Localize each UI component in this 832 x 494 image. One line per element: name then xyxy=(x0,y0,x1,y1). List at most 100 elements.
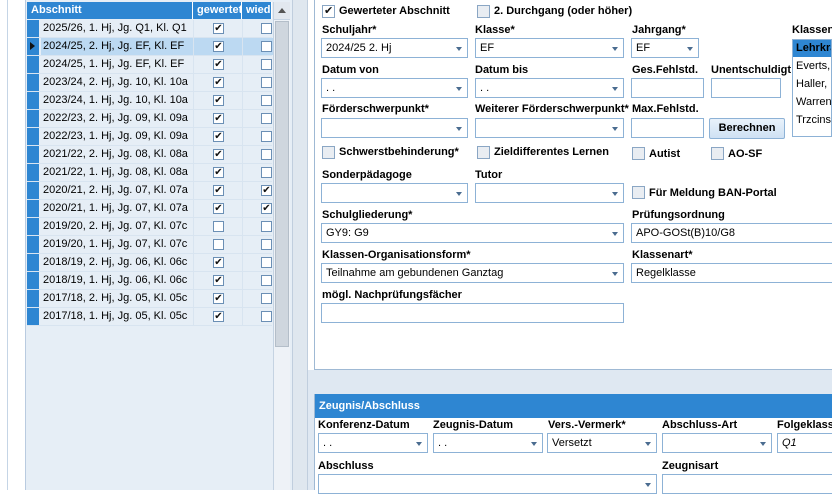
table-row[interactable]: 2018/19, 2. Hj, Jg. 06, Kl. 06c xyxy=(27,254,272,272)
row-indicator[interactable] xyxy=(27,146,39,163)
gewertet-cell[interactable] xyxy=(193,164,242,181)
ban-checkbox[interactable] xyxy=(632,186,645,199)
nachpruef-input[interactable] xyxy=(321,303,624,323)
wiederholt-checkbox[interactable] xyxy=(261,95,272,106)
gewertet-checkbox[interactable] xyxy=(213,77,224,88)
table-row[interactable]: 2019/20, 2. Hj, Jg. 07, Kl. 07c xyxy=(27,218,272,236)
pane-splitter[interactable] xyxy=(292,0,308,490)
column-header-abschnitt[interactable]: Abschnitt xyxy=(27,2,193,19)
row-indicator[interactable] xyxy=(27,236,39,253)
table-row[interactable]: 2017/18, 2. Hj, Jg. 05, Kl. 05c xyxy=(27,290,272,308)
wiederholt-checkbox[interactable] xyxy=(261,275,272,286)
wiederholt-cell[interactable] xyxy=(242,182,273,199)
wiederholt-checkbox[interactable] xyxy=(261,41,272,52)
table-row[interactable]: 2021/22, 1. Hj, Jg. 08, Kl. 08a xyxy=(27,164,272,182)
wiederholt-cell[interactable] xyxy=(242,146,273,163)
zieldiff-checkbox[interactable] xyxy=(477,146,490,159)
wiederholt-cell[interactable] xyxy=(242,200,273,217)
row-indicator[interactable] xyxy=(27,92,39,109)
gewertet-checkbox[interactable] xyxy=(213,41,224,52)
row-indicator[interactable] xyxy=(27,272,39,289)
row-indicator[interactable] xyxy=(27,290,39,307)
autist-checkbox[interactable] xyxy=(632,147,645,160)
gewertet-checkbox[interactable] xyxy=(213,167,224,178)
list-item[interactable]: Everts, xyxy=(793,57,831,75)
row-indicator[interactable] xyxy=(27,128,39,145)
wiederholt-cell[interactable] xyxy=(242,290,273,307)
gewertet-checkbox[interactable] xyxy=(213,293,224,304)
row-indicator[interactable] xyxy=(27,254,39,271)
gewertet-checkbox[interactable] xyxy=(213,149,224,160)
gewertet-cell[interactable] xyxy=(193,110,242,127)
gewertet-checkbox[interactable] xyxy=(213,239,224,250)
table-row[interactable]: 2018/19, 1. Hj, Jg. 06, Kl. 06c xyxy=(27,272,272,290)
gewertet-cell[interactable] xyxy=(193,92,242,109)
weiterer-select[interactable] xyxy=(475,118,624,138)
zeugnisdatum-field[interactable]: . . xyxy=(433,433,543,453)
row-indicator[interactable] xyxy=(27,110,39,127)
gewertet-checkbox[interactable] xyxy=(213,95,224,106)
wiederholt-cell[interactable] xyxy=(242,128,273,145)
scrollbar-thumb[interactable] xyxy=(275,21,289,347)
wiederholt-checkbox[interactable] xyxy=(261,293,272,304)
gewertet-checkbox[interactable] xyxy=(213,221,224,232)
wiederholt-cell[interactable] xyxy=(242,254,273,271)
abschlussart-select[interactable] xyxy=(662,433,772,453)
durchgang-checkbox[interactable] xyxy=(477,5,490,18)
table-row[interactable]: 2024/25, 2. Hj, Jg. EF, Kl. EF xyxy=(27,38,273,56)
column-header-gewertet[interactable]: gewertet xyxy=(193,2,242,19)
table-row[interactable]: 2023/24, 1. Hj, Jg. 10, Kl. 10a xyxy=(27,92,272,110)
list-item[interactable]: Trzcins xyxy=(793,111,831,129)
table-row[interactable]: 2022/23, 2. Hj, Jg. 09, Kl. 09a xyxy=(27,110,272,128)
row-indicator[interactable] xyxy=(27,200,39,217)
column-header-wiederholt[interactable]: wiede xyxy=(242,2,272,19)
aosf-checkbox[interactable] xyxy=(711,147,724,160)
wiederholt-checkbox[interactable] xyxy=(261,113,272,124)
unentschuldigt-input[interactable] xyxy=(711,78,781,98)
wiederholt-checkbox[interactable] xyxy=(261,77,272,88)
gewertet-cell[interactable] xyxy=(193,290,242,307)
wiederholt-checkbox[interactable] xyxy=(261,149,272,160)
table-scrollbar[interactable] xyxy=(273,2,290,490)
list-item[interactable]: Haller, xyxy=(793,75,831,93)
gewertet-checkbox[interactable] xyxy=(213,131,224,142)
wiederholt-cell[interactable] xyxy=(242,236,273,253)
gewertet-cell[interactable] xyxy=(193,128,242,145)
wiederholt-checkbox[interactable] xyxy=(261,23,272,34)
wiederholt-cell[interactable] xyxy=(242,56,273,73)
folge-select[interactable]: Q1 xyxy=(777,433,832,453)
gewertet-checkbox[interactable] xyxy=(213,257,224,268)
wiederholt-cell[interactable] xyxy=(242,164,273,181)
foerder-select[interactable] xyxy=(321,118,468,138)
wiederholt-cell[interactable] xyxy=(242,20,273,37)
abschluss-select[interactable] xyxy=(318,474,657,494)
table-row[interactable]: 2024/25, 1. Hj, Jg. EF, Kl. EF xyxy=(27,56,272,74)
wiederholt-cell[interactable] xyxy=(242,308,273,325)
wiederholt-checkbox[interactable] xyxy=(261,257,272,268)
konferenz-field[interactable]: . . xyxy=(318,433,428,453)
row-indicator[interactable] xyxy=(27,164,39,181)
gewertet-checkbox[interactable] xyxy=(213,59,224,70)
wiederholt-cell[interactable] xyxy=(242,74,273,91)
klassenlehrer-list[interactable]: Lehrkra Everts, Haller, Warren Trzcins xyxy=(792,39,832,137)
gewertet-cell[interactable] xyxy=(193,38,242,55)
fehlstd-input[interactable] xyxy=(631,78,704,98)
table-row[interactable]: 2022/23, 1. Hj, Jg. 09, Kl. 09a xyxy=(27,128,272,146)
gewertet-cell[interactable] xyxy=(193,146,242,163)
gewertet-cell[interactable] xyxy=(193,182,242,199)
gewertet-cell[interactable] xyxy=(193,254,242,271)
jahrgang-select[interactable]: EF xyxy=(631,38,699,58)
datum-bis-field[interactable]: . . xyxy=(475,78,624,98)
gewertet-cell[interactable] xyxy=(193,272,242,289)
table-row[interactable]: 2023/24, 2. Hj, Jg. 10, Kl. 10a xyxy=(27,74,272,92)
klasse-select[interactable]: EF xyxy=(475,38,624,58)
vers-select[interactable]: Versetzt xyxy=(547,433,657,453)
klassenart-select[interactable]: Regelklasse xyxy=(631,263,832,283)
table-row[interactable]: 2021/22, 2. Hj, Jg. 08, Kl. 08a xyxy=(27,146,272,164)
scroll-up-icon[interactable] xyxy=(274,2,290,20)
gewertet-cell[interactable] xyxy=(193,56,242,73)
table-row[interactable]: 2019/20, 1. Hj, Jg. 07, Kl. 07c xyxy=(27,236,272,254)
row-indicator[interactable] xyxy=(27,20,39,37)
wiederholt-checkbox[interactable] xyxy=(261,203,272,214)
gewertet-checkbox[interactable] xyxy=(213,23,224,34)
